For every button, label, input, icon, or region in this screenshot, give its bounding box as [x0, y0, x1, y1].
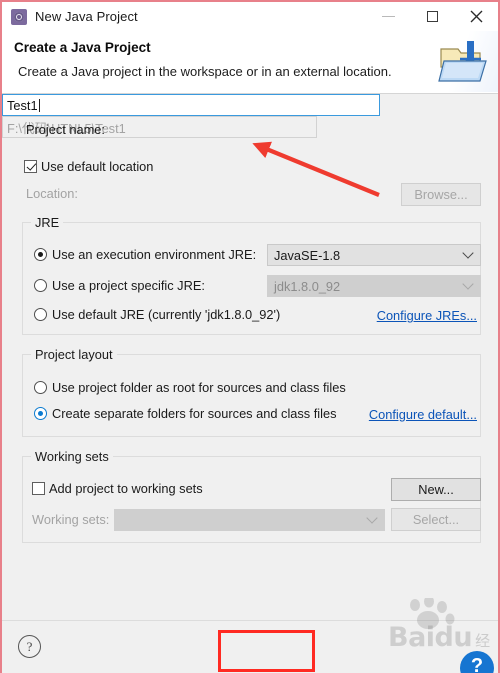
new-working-set-label: New... — [418, 482, 454, 497]
help-badge-glyph: ? — [470, 655, 484, 673]
chevron-down-icon — [462, 247, 474, 259]
new-java-project-dialog: New Java Project Create a Java Project C… — [0, 0, 500, 673]
project-name-value: Test1 — [7, 97, 38, 113]
jre-default-label: Use default JRE (currently 'jdk1.8.0_92'… — [52, 307, 281, 322]
maximize-button[interactable] — [410, 2, 454, 31]
jre-execution-environment-value: JavaSE-1.8 — [274, 247, 341, 263]
jre-project-specific-radio[interactable] — [34, 279, 47, 292]
use-default-location-label: Use default location — [41, 159, 154, 174]
jre-execution-environment-label: Use an execution environment JRE: — [52, 247, 257, 262]
working-sets-row: Working sets: — [32, 512, 109, 527]
chevron-down-icon — [366, 512, 378, 524]
project-name-input[interactable]: Test1 — [2, 94, 380, 116]
use-default-location-row[interactable]: Use default location — [24, 159, 153, 174]
location-row: Location: — [26, 186, 78, 201]
location-label: Location: — [26, 186, 78, 201]
window-controls — [366, 2, 498, 31]
jre-option-project-specific[interactable]: Use a project specific JRE: — [34, 278, 205, 293]
project-name-label: Project name: — [26, 122, 105, 137]
title-bar: New Java Project — [2, 2, 498, 31]
project-name-row: Project name: — [26, 122, 105, 137]
layout-separate-folders-label: Create separate folders for sources and … — [52, 406, 337, 421]
page-title: Create a Java Project — [14, 40, 151, 55]
jre-execution-environment-combo[interactable]: JavaSE-1.8 — [267, 244, 481, 266]
project-layout-group: Project layout — [22, 347, 481, 437]
close-icon — [470, 10, 482, 23]
jre-option-execution-environment[interactable]: Use an execution environment JRE: — [34, 247, 256, 262]
header-banner — [428, 31, 498, 92]
page-subtitle: Create a Java project in the workspace o… — [18, 64, 392, 79]
jre-project-specific-value: jdk1.8.0_92 — [274, 278, 341, 294]
add-to-working-sets-row[interactable]: Add project to working sets — [32, 481, 203, 496]
layout-option-project-folder[interactable]: Use project folder as root for sources a… — [34, 380, 346, 395]
java-project-icon — [11, 8, 27, 25]
layout-option-separate-folders[interactable]: Create separate folders for sources and … — [34, 406, 337, 421]
select-working-set-label: Select... — [412, 512, 460, 527]
add-to-working-sets-checkbox[interactable] — [32, 482, 45, 495]
layout-project-folder-label: Use project folder as root for sources a… — [52, 380, 346, 395]
help-icon[interactable]: ? — [18, 635, 41, 658]
dialog-body: Project name: Test1 Use default location… — [2, 94, 498, 621]
working-sets-group-title: Working sets — [31, 449, 113, 464]
browse-label: Browse... — [414, 187, 468, 202]
configure-jres-link[interactable]: Configure JREs... — [377, 308, 477, 323]
browse-button[interactable]: Browse... — [401, 183, 481, 206]
add-to-working-sets-label: Add project to working sets — [49, 481, 203, 496]
close-button[interactable] — [454, 2, 498, 31]
help-glyph: ? — [26, 638, 33, 654]
jre-default-radio[interactable] — [34, 308, 47, 321]
text-caret — [38, 98, 40, 112]
jre-option-default[interactable]: Use default JRE (currently 'jdk1.8.0_92'… — [34, 307, 280, 322]
minimize-button[interactable] — [366, 2, 410, 31]
use-default-location-checkbox[interactable] — [24, 160, 37, 173]
jre-execution-environment-radio[interactable] — [34, 248, 47, 261]
new-working-set-button[interactable]: New... — [391, 478, 481, 501]
working-sets-combo[interactable] — [114, 509, 385, 531]
select-working-set-button[interactable]: Select... — [391, 508, 481, 531]
minimize-icon — [381, 16, 395, 17]
jre-project-specific-label: Use a project specific JRE: — [52, 278, 205, 293]
jre-group-title: JRE — [31, 215, 64, 230]
dialog-footer: ? < Back Next > Finish Cancel — [2, 620, 498, 673]
window-title: New Java Project — [35, 9, 138, 24]
java-project-folder-icon — [438, 41, 487, 82]
chevron-down-icon — [462, 278, 474, 290]
dialog-header: Create a Java Project Create a Java proj… — [2, 31, 498, 94]
maximize-icon — [426, 11, 438, 22]
jre-project-specific-combo[interactable]: jdk1.8.0_92 — [267, 275, 481, 297]
working-sets-label: Working sets: — [32, 512, 110, 527]
layout-separate-folders-radio[interactable] — [34, 407, 47, 420]
configure-default-link[interactable]: Configure default... — [369, 407, 477, 422]
project-layout-group-title: Project layout — [31, 347, 117, 362]
layout-project-folder-radio[interactable] — [34, 381, 47, 394]
